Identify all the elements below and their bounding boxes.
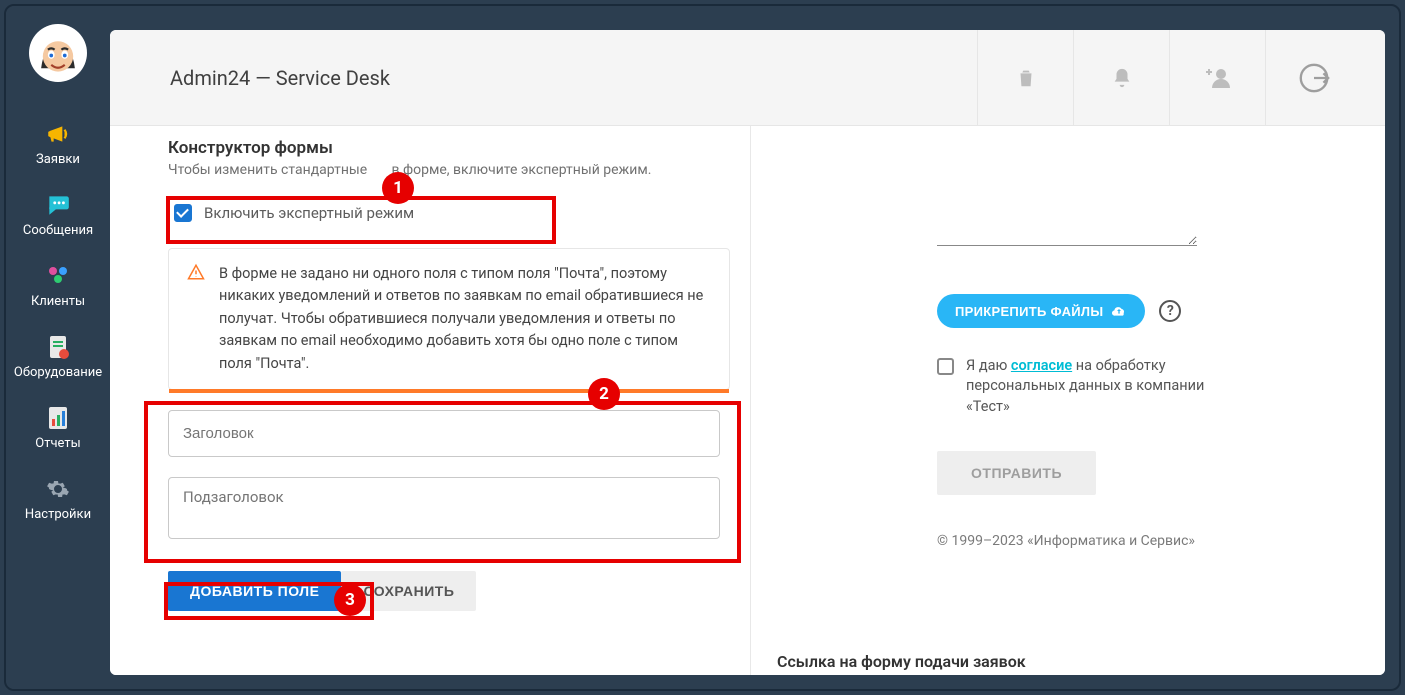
section-subtitle: Чтобы изменить стандартные в форме, вклю… xyxy=(168,162,730,178)
nav-item-clients[interactable]: Клиенты xyxy=(6,254,110,325)
nav-label: Настройки xyxy=(6,507,110,522)
submit-button[interactable]: ОТПРАВИТЬ xyxy=(937,451,1096,495)
nav-item-settings[interactable]: Настройки xyxy=(6,467,110,538)
delete-button[interactable] xyxy=(977,30,1073,126)
people-icon xyxy=(6,262,110,290)
nav-item-equipment[interactable]: Оборудование xyxy=(6,325,110,396)
consent-link[interactable]: согласие xyxy=(1011,357,1072,374)
copyright-text: © 1999–2023 «Информатика и Сервис» xyxy=(937,533,1329,549)
nav-label: Сообщения xyxy=(6,223,110,238)
attach-label: ПРИКРЕПИТЬ ФАЙЛЫ xyxy=(955,304,1103,319)
consent-row: Я даю согласие на обработку персональных… xyxy=(937,356,1207,417)
add-user-icon xyxy=(1203,66,1233,90)
topbar: Admin24 — Service Desk xyxy=(110,30,1385,126)
bell-icon xyxy=(1111,66,1133,90)
help-button[interactable]: ? xyxy=(1159,300,1181,322)
annotation-marker-1: 1 xyxy=(382,172,414,204)
content: Конструктор формы Чтобы изменить стандар… xyxy=(110,126,1385,675)
description-textarea[interactable] xyxy=(937,128,1197,246)
clipboard-icon xyxy=(6,333,110,361)
nav-item-messages[interactable]: Сообщения xyxy=(6,183,110,254)
trash-icon xyxy=(1015,66,1037,90)
checkbox-checked-icon xyxy=(174,204,192,222)
avatar[interactable] xyxy=(29,24,87,82)
add-user-button[interactable] xyxy=(1169,30,1265,126)
heading-input[interactable] xyxy=(168,410,720,457)
consent-text: Я даю согласие на обработку персональных… xyxy=(966,356,1207,417)
chat-icon xyxy=(6,191,110,219)
app-frame: Заявки Сообщения Клиенты Оборудование От xyxy=(4,4,1401,691)
nav-label: Заявки xyxy=(6,152,110,167)
nav-item-reports[interactable]: Отчеты xyxy=(6,396,110,467)
megaphone-icon xyxy=(6,120,110,148)
annotation-marker-2: 2 xyxy=(588,378,620,410)
nav-label: Оборудование xyxy=(6,365,110,380)
report-icon xyxy=(6,404,110,432)
warning-alert: В форме не задано ни одного поля с типом… xyxy=(168,248,730,390)
section-title: Конструктор формы xyxy=(168,138,730,158)
notifications-button[interactable] xyxy=(1073,30,1169,126)
nav-label: Клиенты xyxy=(6,294,110,309)
subheading-input[interactable] xyxy=(168,477,720,539)
topbar-actions xyxy=(977,30,1265,126)
expert-mode-toggle[interactable]: Включить экспертный режим xyxy=(168,196,730,230)
sidebar: Заявки Сообщения Клиенты Оборудование От xyxy=(6,6,110,689)
gear-icon xyxy=(6,475,110,503)
nav-item-requests[interactable]: Заявки xyxy=(6,112,110,183)
annotation-marker-3: 3 xyxy=(334,584,366,616)
attach-files-button[interactable]: ПРИКРЕПИТЬ ФАЙЛЫ xyxy=(937,294,1145,328)
form-constructor-panel: Конструктор формы Чтобы изменить стандар… xyxy=(110,126,750,675)
consent-checkbox[interactable] xyxy=(937,358,954,375)
warning-text: В форме не задано ни одного поля с типом… xyxy=(219,263,711,375)
warning-icon xyxy=(187,263,205,285)
form-link-heading: Ссылка на форму подачи заявок xyxy=(751,642,1026,675)
form-preview-panel: ПРИКРЕПИТЬ ФАЙЛЫ ? Я даю согласие на обр… xyxy=(750,126,1385,675)
page-title: Admin24 — Service Desk xyxy=(170,66,390,90)
logout-button[interactable] xyxy=(1265,30,1361,126)
expert-mode-label: Включить экспертный режим xyxy=(204,204,414,222)
cloud-upload-icon xyxy=(1111,303,1127,319)
main: Admin24 — Service Desk Конструктор xyxy=(110,30,1385,675)
logout-icon xyxy=(1297,61,1331,95)
add-field-button[interactable]: ДОБАВИТЬ ПОЛЕ xyxy=(168,571,341,611)
nav-label: Отчеты xyxy=(6,436,110,451)
